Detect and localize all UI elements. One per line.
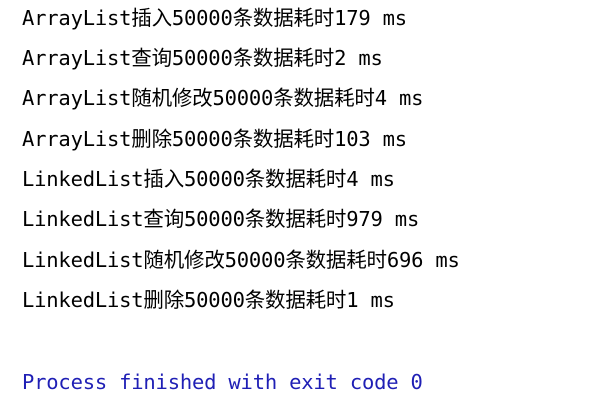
output-line-linkedlist-query: LinkedList查询50000条数据耗时979 ms [22,207,420,231]
output-line-linkedlist-random-modify: LinkedList随机修改50000条数据耗时696 ms [22,248,460,272]
output-line-linkedlist-delete: LinkedList删除50000条数据耗时1 ms [22,288,395,312]
output-line-arraylist-query: ArrayList查询50000条数据耗时2 ms [22,46,383,70]
output-line-arraylist-insert: ArrayList插入50000条数据耗时179 ms [22,6,407,30]
output-line-arraylist-delete: ArrayList删除50000条数据耗时103 ms [22,127,407,151]
console-output: ArrayList插入50000条数据耗时179 ms ArrayList查询5… [22,0,582,411]
output-line-arraylist-random-modify: ArrayList随机修改50000条数据耗时4 ms [22,86,424,110]
output-line-linkedlist-insert: LinkedList插入50000条数据耗时4 ms [22,167,395,191]
process-exit-message: Process finished with exit code 0 [22,370,423,394]
